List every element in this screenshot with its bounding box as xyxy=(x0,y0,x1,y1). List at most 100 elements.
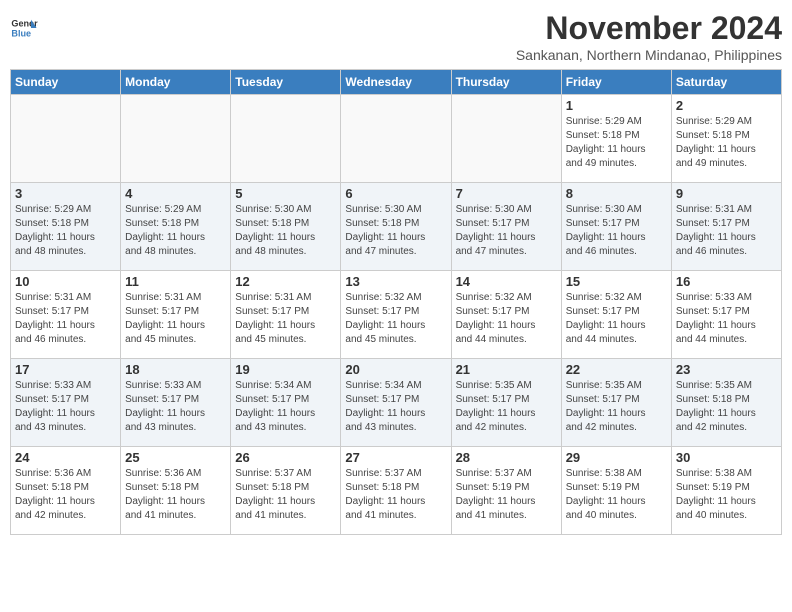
calendar-cell: 23 Sunrise: 5:35 AM Sunset: 5:18 PM Dayli… xyxy=(671,359,781,447)
day-info: Sunrise: 5:34 AM Sunset: 5:17 PM Dayligh… xyxy=(235,379,336,435)
calendar-cell: 13 Sunrise: 5:32 AM Sunset: 5:17 PM Dayli… xyxy=(341,271,451,359)
calendar-cell: 4 Sunrise: 5:29 AM Sunset: 5:18 PM Daylig… xyxy=(121,183,231,271)
day-info: Sunrise: 5:36 AM Sunset: 5:18 PM Dayligh… xyxy=(125,467,226,523)
day-number: 28 xyxy=(456,450,557,465)
weekday-header: Thursday xyxy=(451,70,561,95)
day-number: 26 xyxy=(235,450,336,465)
day-number: 16 xyxy=(676,274,777,289)
logo-icon: General Blue xyxy=(10,14,38,42)
calendar-cell xyxy=(341,95,451,183)
calendar-cell: 7 Sunrise: 5:30 AM Sunset: 5:17 PM Daylig… xyxy=(451,183,561,271)
day-number: 30 xyxy=(676,450,777,465)
calendar-week-row: 1 Sunrise: 5:29 AM Sunset: 5:18 PM Daylig… xyxy=(11,95,782,183)
calendar-week-row: 24 Sunrise: 5:36 AM Sunset: 5:18 PM Dayli… xyxy=(11,447,782,535)
calendar-week-row: 3Sunrise: 5:29 AM Sunset: 5:18 PM Daylig… xyxy=(11,183,782,271)
calendar-cell: 14 Sunrise: 5:32 AM Sunset: 5:17 PM Dayli… xyxy=(451,271,561,359)
day-info: Sunrise: 5:38 AM Sunset: 5:19 PM Dayligh… xyxy=(676,467,777,523)
day-number: 4 xyxy=(125,186,226,201)
month-title: November 2024 xyxy=(516,10,782,47)
calendar-cell: 30 Sunrise: 5:38 AM Sunset: 5:19 PM Dayli… xyxy=(671,447,781,535)
weekday-header: Friday xyxy=(561,70,671,95)
calendar-cell: 16Sunrise: 5:33 AM Sunset: 5:17 PM Dayli… xyxy=(671,271,781,359)
weekday-header: Sunday xyxy=(11,70,121,95)
day-number: 29 xyxy=(566,450,667,465)
calendar-header-row: SundayMondayTuesdayWednesdayThursdayFrid… xyxy=(11,70,782,95)
day-number: 21 xyxy=(456,362,557,377)
day-info: Sunrise: 5:35 AM Sunset: 5:18 PM Dayligh… xyxy=(676,379,777,435)
day-number: 1 xyxy=(566,98,667,113)
calendar-cell: 2 Sunrise: 5:29 AM Sunset: 5:18 PM Daylig… xyxy=(671,95,781,183)
weekday-header: Monday xyxy=(121,70,231,95)
weekday-header: Tuesday xyxy=(231,70,341,95)
calendar-cell: 3Sunrise: 5:29 AM Sunset: 5:18 PM Daylig… xyxy=(11,183,121,271)
day-info: Sunrise: 5:35 AM Sunset: 5:17 PM Dayligh… xyxy=(456,379,557,435)
day-number: 14 xyxy=(456,274,557,289)
day-number: 20 xyxy=(345,362,446,377)
calendar-cell: 19Sunrise: 5:34 AM Sunset: 5:17 PM Dayli… xyxy=(231,359,341,447)
title-block: November 2024 Sankanan, Northern Mindana… xyxy=(516,10,782,63)
day-number: 22 xyxy=(566,362,667,377)
calendar-cell xyxy=(11,95,121,183)
calendar-week-row: 17 Sunrise: 5:33 AM Sunset: 5:17 PM Dayli… xyxy=(11,359,782,447)
day-info: Sunrise: 5:30 AM Sunset: 5:17 PM Dayligh… xyxy=(566,203,667,259)
day-info: Sunrise: 5:29 AM Sunset: 5:18 PM Dayligh… xyxy=(566,115,667,171)
day-number: 13 xyxy=(345,274,446,289)
day-info: Sunrise: 5:37 AM Sunset: 5:19 PM Dayligh… xyxy=(456,467,557,523)
day-info: Sunrise: 5:35 AM Sunset: 5:17 PM Dayligh… xyxy=(566,379,667,435)
day-info: Sunrise: 5:30 AM Sunset: 5:17 PM Dayligh… xyxy=(456,203,557,259)
day-number: 8 xyxy=(566,186,667,201)
calendar-week-row: 10 Sunrise: 5:31 AM Sunset: 5:17 PM Dayli… xyxy=(11,271,782,359)
calendar-cell: 9Sunrise: 5:31 AM Sunset: 5:17 PM Daylig… xyxy=(671,183,781,271)
svg-text:Blue: Blue xyxy=(11,28,31,38)
weekday-header: Wednesday xyxy=(341,70,451,95)
day-info: Sunrise: 5:32 AM Sunset: 5:17 PM Dayligh… xyxy=(566,291,667,347)
calendar-cell: 12 Sunrise: 5:31 AM Sunset: 5:17 PM Dayli… xyxy=(231,271,341,359)
day-info: Sunrise: 5:29 AM Sunset: 5:18 PM Dayligh… xyxy=(125,203,226,259)
day-info: Sunrise: 5:30 AM Sunset: 5:18 PM Dayligh… xyxy=(235,203,336,259)
day-info: Sunrise: 5:32 AM Sunset: 5:17 PM Dayligh… xyxy=(456,291,557,347)
calendar-cell xyxy=(121,95,231,183)
calendar-cell: 15 Sunrise: 5:32 AM Sunset: 5:17 PM Dayli… xyxy=(561,271,671,359)
calendar-cell: 1 Sunrise: 5:29 AM Sunset: 5:18 PM Daylig… xyxy=(561,95,671,183)
calendar-cell: 21 Sunrise: 5:35 AM Sunset: 5:17 PM Dayli… xyxy=(451,359,561,447)
day-number: 23 xyxy=(676,362,777,377)
calendar-cell: 26Sunrise: 5:37 AM Sunset: 5:18 PM Dayli… xyxy=(231,447,341,535)
day-number: 17 xyxy=(15,362,116,377)
day-number: 10 xyxy=(15,274,116,289)
day-number: 9 xyxy=(676,186,777,201)
calendar-cell: 22 Sunrise: 5:35 AM Sunset: 5:17 PM Dayli… xyxy=(561,359,671,447)
calendar-cell: 11Sunrise: 5:31 AM Sunset: 5:17 PM Dayli… xyxy=(121,271,231,359)
calendar-cell: 29 Sunrise: 5:38 AM Sunset: 5:19 PM Dayli… xyxy=(561,447,671,535)
day-info: Sunrise: 5:29 AM Sunset: 5:18 PM Dayligh… xyxy=(676,115,777,171)
day-number: 6 xyxy=(345,186,446,201)
calendar-cell: 18Sunrise: 5:33 AM Sunset: 5:17 PM Dayli… xyxy=(121,359,231,447)
day-info: Sunrise: 5:30 AM Sunset: 5:18 PM Dayligh… xyxy=(345,203,446,259)
calendar-cell: 20 Sunrise: 5:34 AM Sunset: 5:17 PM Dayli… xyxy=(341,359,451,447)
day-info: Sunrise: 5:38 AM Sunset: 5:19 PM Dayligh… xyxy=(566,467,667,523)
day-number: 2 xyxy=(676,98,777,113)
day-number: 24 xyxy=(15,450,116,465)
day-number: 25 xyxy=(125,450,226,465)
day-number: 15 xyxy=(566,274,667,289)
day-info: Sunrise: 5:34 AM Sunset: 5:17 PM Dayligh… xyxy=(345,379,446,435)
page-header: General Blue November 2024 Sankanan, Nor… xyxy=(10,10,782,63)
day-info: Sunrise: 5:31 AM Sunset: 5:17 PM Dayligh… xyxy=(15,291,116,347)
calendar-cell: 25 Sunrise: 5:36 AM Sunset: 5:18 PM Dayli… xyxy=(121,447,231,535)
calendar-cell xyxy=(231,95,341,183)
day-info: Sunrise: 5:37 AM Sunset: 5:18 PM Dayligh… xyxy=(345,467,446,523)
weekday-header: Saturday xyxy=(671,70,781,95)
day-info: Sunrise: 5:33 AM Sunset: 5:17 PM Dayligh… xyxy=(15,379,116,435)
calendar-cell xyxy=(451,95,561,183)
day-number: 12 xyxy=(235,274,336,289)
day-number: 11 xyxy=(125,274,226,289)
calendar-cell: 24 Sunrise: 5:36 AM Sunset: 5:18 PM Dayli… xyxy=(11,447,121,535)
calendar-table: SundayMondayTuesdayWednesdayThursdayFrid… xyxy=(10,69,782,535)
day-info: Sunrise: 5:31 AM Sunset: 5:17 PM Dayligh… xyxy=(235,291,336,347)
calendar-cell: 5 Sunrise: 5:30 AM Sunset: 5:18 PM Daylig… xyxy=(231,183,341,271)
day-info: Sunrise: 5:36 AM Sunset: 5:18 PM Dayligh… xyxy=(15,467,116,523)
day-number: 7 xyxy=(456,186,557,201)
calendar-cell: 8 Sunrise: 5:30 AM Sunset: 5:17 PM Daylig… xyxy=(561,183,671,271)
calendar-cell: 10 Sunrise: 5:31 AM Sunset: 5:17 PM Dayli… xyxy=(11,271,121,359)
day-info: Sunrise: 5:32 AM Sunset: 5:17 PM Dayligh… xyxy=(345,291,446,347)
day-number: 5 xyxy=(235,186,336,201)
